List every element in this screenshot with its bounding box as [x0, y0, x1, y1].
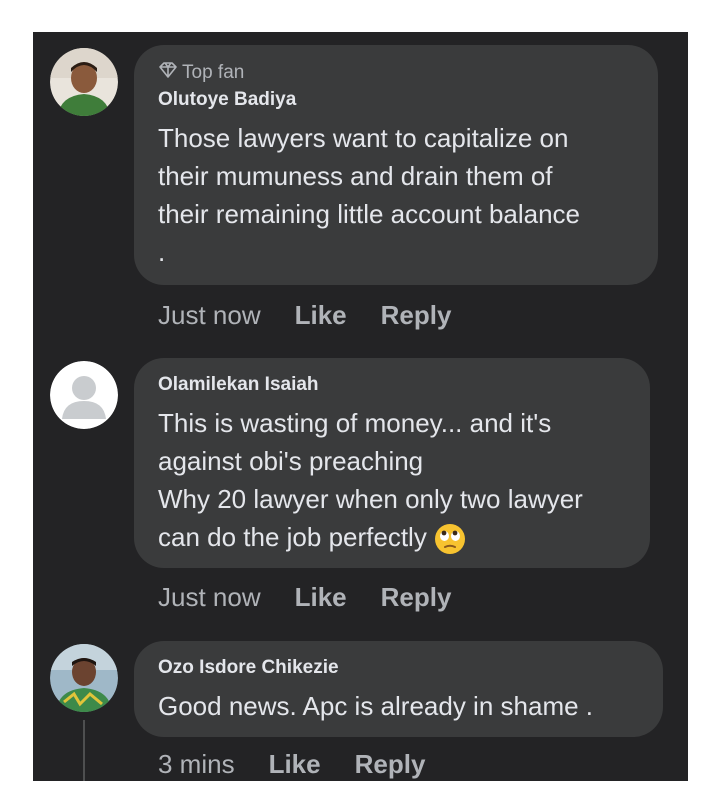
comment-actions: Just now Like Reply — [158, 300, 485, 331]
comment-bubble: Olamilekan Isaiah This is wasting of mon… — [134, 358, 650, 568]
comment-text: This is wasting of money... and it's aga… — [158, 404, 628, 556]
like-button[interactable]: Like — [295, 582, 347, 613]
comment-author[interactable]: Olamilekan Isaiah — [158, 374, 628, 398]
comment-author[interactable]: Ozo Isdore Chikezie — [158, 657, 641, 681]
like-button[interactable]: Like — [269, 749, 321, 780]
comment-text: Good news. Apc is already in shame . — [158, 691, 594, 721]
diamond-icon — [158, 61, 178, 85]
avatar[interactable] — [50, 644, 118, 712]
avatar[interactable] — [50, 48, 118, 116]
comment-bubble: Ozo Isdore Chikezie Good news. Apc is al… — [134, 641, 663, 737]
comment-timestamp[interactable]: Just now — [158, 300, 261, 331]
reply-button[interactable]: Reply — [381, 582, 452, 613]
comment-bubble: Top fan Olutoye Badiya Those lawyers wan… — [134, 45, 658, 285]
comment-author[interactable]: Olutoye Badiya — [158, 89, 636, 113]
comments-panel: Top fan Olutoye Badiya Those lawyers wan… — [33, 32, 688, 781]
comment-text: Those lawyers want to capitalize on thei… — [158, 123, 581, 267]
top-fan-badge: Top fan — [158, 61, 636, 85]
reply-button[interactable]: Reply — [381, 300, 452, 331]
reply-button[interactable]: Reply — [355, 749, 426, 780]
comment-actions: 3 mins Like Reply — [158, 749, 459, 780]
comment-text-body: This is wasting of money... and it's aga… — [158, 408, 583, 552]
comment-timestamp[interactable]: 3 mins — [158, 749, 235, 780]
like-button[interactable]: Like — [295, 300, 347, 331]
comment-actions: Just now Like Reply — [158, 582, 485, 613]
face-with-rolling-eyes-emoji — [434, 523, 466, 555]
badge-label: Top fan — [182, 62, 245, 83]
comment-timestamp[interactable]: Just now — [158, 582, 261, 613]
default-avatar[interactable] — [50, 361, 118, 429]
thread-line — [83, 720, 85, 781]
